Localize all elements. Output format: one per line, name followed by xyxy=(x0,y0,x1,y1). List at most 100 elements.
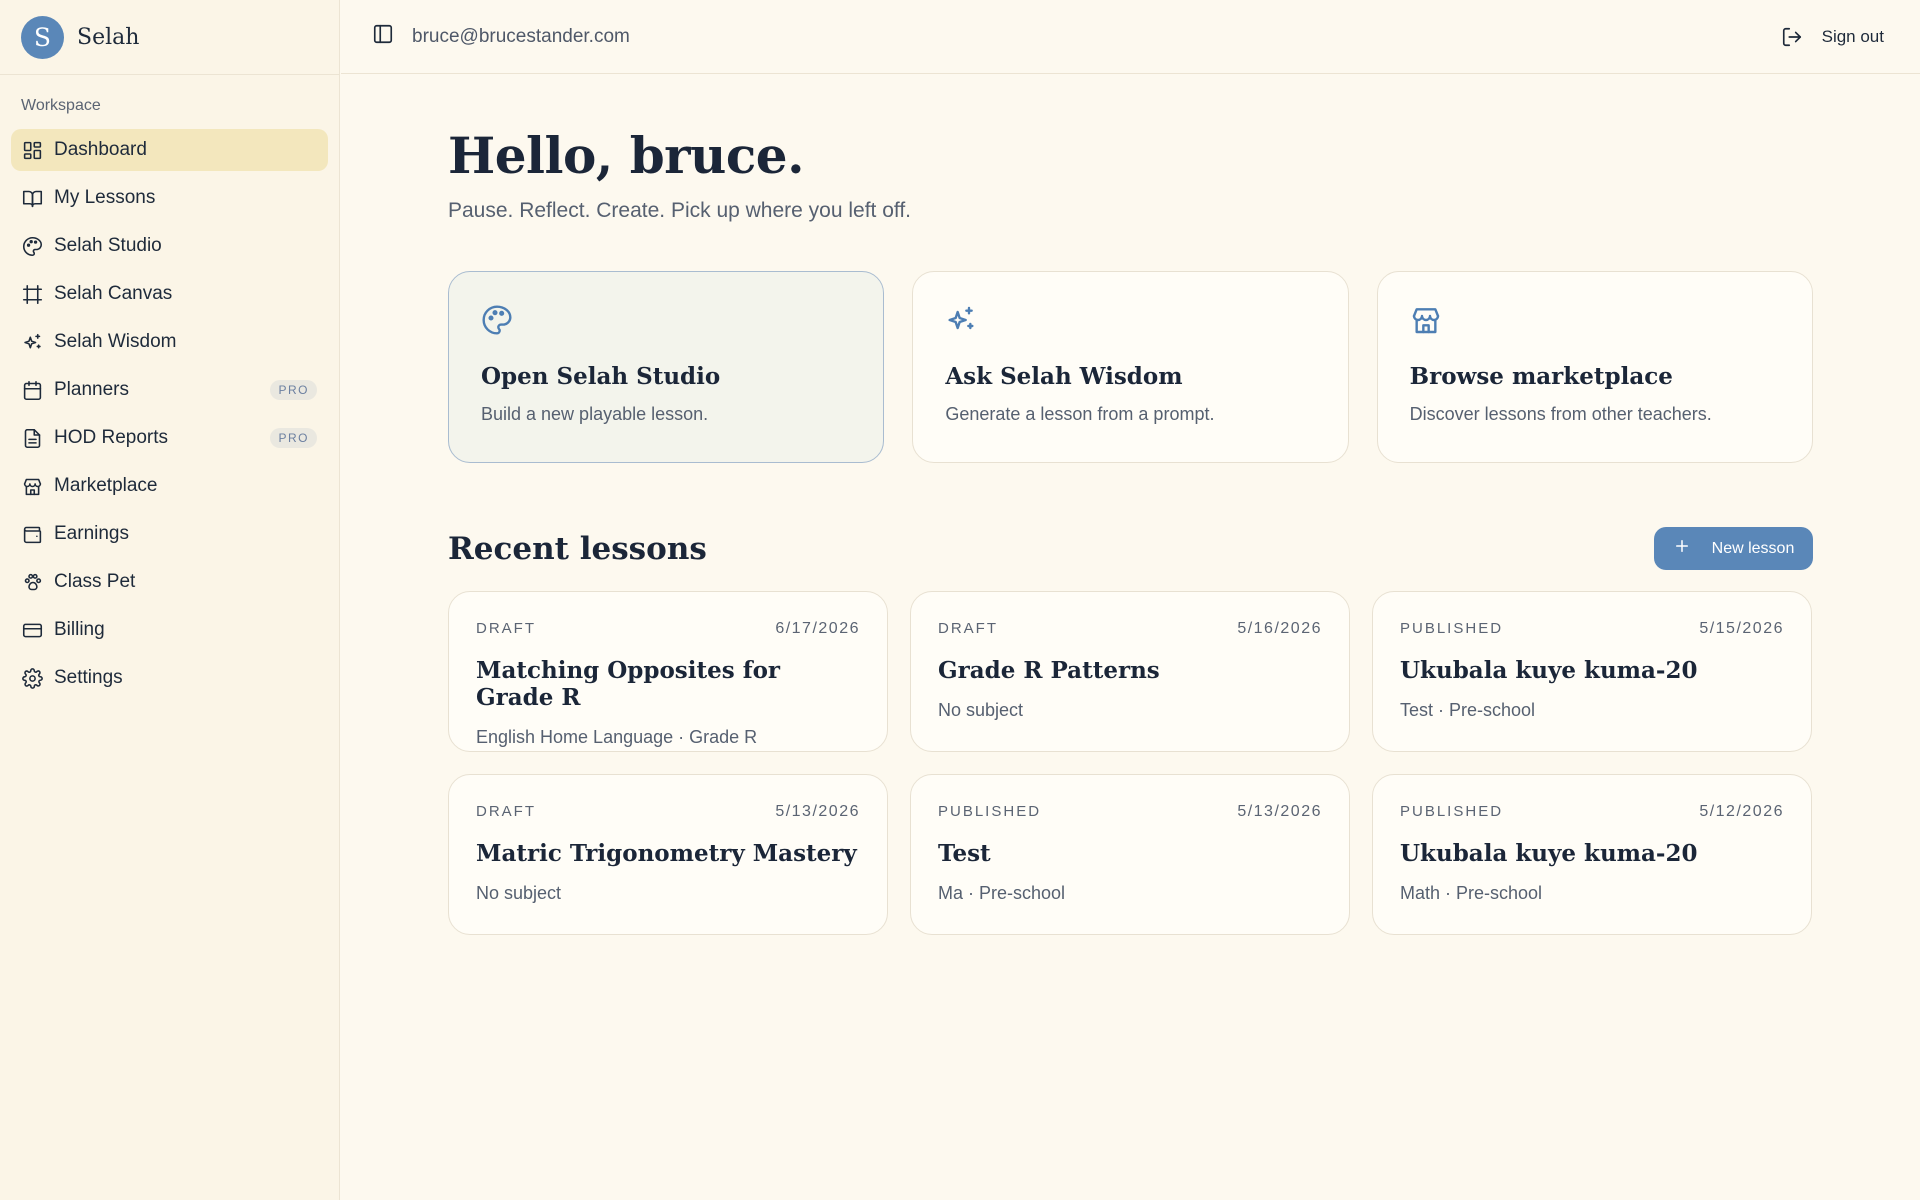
new-lesson-label: New lesson xyxy=(1711,539,1795,557)
book-icon xyxy=(21,187,43,209)
sidebar-item-billing[interactable]: Billing xyxy=(11,609,328,651)
topbar: bruce@brucestander.com Sign out xyxy=(341,0,1920,74)
lesson-date: 5/13/2026 xyxy=(1237,803,1322,820)
lesson-subject: English Home Language · Grade R xyxy=(476,727,758,747)
lesson-status: PUBLISHED xyxy=(938,803,1042,820)
quick-action-desc: Discover lessons from other teachers. xyxy=(1409,404,1712,424)
new-lesson-button[interactable]: New lesson xyxy=(1654,527,1813,570)
user-email: bruce@brucestander.com xyxy=(412,25,630,47)
lesson-title: Ukubala kuye kuma-20 xyxy=(1400,840,1698,867)
sidebar-toggle-button[interactable] xyxy=(371,23,395,50)
lesson-status: PUBLISHED xyxy=(1400,803,1504,820)
pro-badge: PRO xyxy=(270,380,317,400)
plus-icon xyxy=(1673,537,1712,560)
sidebar-item-my-lessons[interactable]: My Lessons xyxy=(11,177,328,219)
sidebar-item-planners[interactable]: Planners PRO xyxy=(11,369,328,411)
lesson-subject: No subject xyxy=(938,700,1024,720)
brand[interactable]: S Selah xyxy=(0,0,339,75)
panel-left-icon xyxy=(372,23,394,50)
sidebar-item-dashboard[interactable]: Dashboard xyxy=(11,129,328,171)
quick-action-desc: Build a new playable lesson. xyxy=(481,404,709,424)
sidebar-item-label: Planners xyxy=(54,379,129,400)
quick-action-ask-wisdom[interactable]: Ask Selah Wisdom Generate a lesson from … xyxy=(912,271,1349,463)
sidebar-item-selah-wisdom[interactable]: Selah Wisdom xyxy=(11,321,328,363)
sidebar-item-selah-canvas[interactable]: Selah Canvas xyxy=(11,273,328,315)
lesson-title: Grade R Patterns xyxy=(938,657,1160,684)
frame-icon xyxy=(21,283,43,305)
quick-action-browse-marketplace[interactable]: Browse marketplace Discover lessons from… xyxy=(1376,271,1813,463)
lesson-date: 5/15/2026 xyxy=(1699,620,1784,637)
lesson-subject: Test · Pre-school xyxy=(1400,700,1536,720)
recent-lessons-title: Recent lessons xyxy=(448,530,707,567)
sidebar: S Selah Workspace Dashboard My Lessons S… xyxy=(0,0,340,1200)
lesson-status: DRAFT xyxy=(476,803,536,820)
quick-actions: Open Selah Studio Build a new playable l… xyxy=(448,271,1813,463)
lesson-title: Matching Opposites for Grade R xyxy=(476,657,781,711)
sidebar-nav: Dashboard My Lessons Selah Studio Selah … xyxy=(0,129,339,699)
lesson-subject: Math · Pre-school xyxy=(1400,883,1543,903)
sidebar-item-label: Selah Studio xyxy=(54,235,162,256)
lesson-card[interactable]: PUBLISHED 5/15/2026 Ukubala kuye kuma-20 … xyxy=(1372,591,1812,752)
sparkles-icon xyxy=(21,331,43,353)
lesson-status: DRAFT xyxy=(476,620,536,637)
palette-icon xyxy=(481,304,851,341)
store-icon xyxy=(21,475,43,497)
recent-lessons-header: Recent lessons New lesson xyxy=(448,527,1813,570)
credit-card-icon xyxy=(21,619,43,641)
sidebar-item-label: Dashboard xyxy=(54,139,147,160)
quick-action-title: Browse marketplace xyxy=(1409,363,1673,390)
sidebar-item-earnings[interactable]: Earnings xyxy=(11,513,328,555)
brand-name: Selah xyxy=(77,24,140,50)
lesson-date: 5/16/2026 xyxy=(1237,620,1322,637)
sidebar-item-class-pet[interactable]: Class Pet xyxy=(11,561,328,603)
sign-out-label: Sign out xyxy=(1821,26,1884,46)
palette-icon xyxy=(21,235,43,257)
paw-icon xyxy=(21,571,43,593)
sign-out-button[interactable]: Sign out xyxy=(1780,25,1884,49)
lesson-title: Matric Trigonometry Mastery xyxy=(476,840,857,867)
lesson-title: Ukubala kuye kuma-20 xyxy=(1400,657,1698,684)
sidebar-item-label: My Lessons xyxy=(54,187,156,208)
gear-icon xyxy=(21,667,43,689)
brand-logo: S xyxy=(21,15,64,59)
sidebar-item-label: Selah Canvas xyxy=(54,283,173,304)
log-out-icon xyxy=(1780,25,1804,49)
lesson-card[interactable]: PUBLISHED 5/12/2026 Ukubala kuye kuma-20 … xyxy=(1372,774,1812,935)
pro-badge: PRO xyxy=(270,428,317,448)
sidebar-item-label: Earnings xyxy=(54,523,129,544)
recent-lessons-grid: DRAFT 6/17/2026 Matching Opposites for Gr… xyxy=(448,591,1813,935)
page-title: Hello, bruce. xyxy=(448,126,805,185)
file-text-icon xyxy=(21,427,43,449)
store-icon xyxy=(1410,304,1780,341)
lesson-status: PUBLISHED xyxy=(1400,620,1504,637)
main-content: Hello, bruce. Pause. Reflect. Create. Pi… xyxy=(448,74,1813,935)
lesson-card[interactable]: DRAFT 6/17/2026 Matching Opposites for Gr… xyxy=(448,591,888,752)
calendar-icon xyxy=(21,379,43,401)
sidebar-item-hod-reports[interactable]: HOD Reports PRO xyxy=(11,417,328,459)
lesson-subject: Ma · Pre-school xyxy=(938,883,1066,903)
sidebar-item-settings[interactable]: Settings xyxy=(11,657,328,699)
lesson-title: Test xyxy=(938,840,991,867)
dashboard-icon xyxy=(21,139,43,161)
sidebar-item-marketplace[interactable]: Marketplace xyxy=(11,465,328,507)
quick-action-title: Open Selah Studio xyxy=(481,363,721,390)
lesson-date: 5/13/2026 xyxy=(775,803,860,820)
lesson-card[interactable]: PUBLISHED 5/13/2026 Test Ma · Pre-school xyxy=(910,774,1350,935)
wallet-icon xyxy=(21,523,43,545)
lesson-subject: No subject xyxy=(476,883,562,903)
sidebar-item-label: Marketplace xyxy=(54,475,158,496)
sidebar-item-label: HOD Reports xyxy=(54,427,169,448)
page-subtitle: Pause. Reflect. Create. Pick up where yo… xyxy=(448,199,912,222)
lesson-card[interactable]: DRAFT 5/16/2026 Grade R Patterns No subje… xyxy=(910,591,1350,752)
lesson-date: 6/17/2026 xyxy=(775,620,860,637)
quick-action-desc: Generate a lesson from a prompt. xyxy=(945,404,1215,424)
quick-action-title: Ask Selah Wisdom xyxy=(945,363,1183,390)
sidebar-item-label: Selah Wisdom xyxy=(54,331,177,352)
quick-action-open-studio[interactable]: Open Selah Studio Build a new playable l… xyxy=(448,271,885,463)
sidebar-item-label: Class Pet xyxy=(54,571,136,592)
sidebar-item-label: Billing xyxy=(54,619,105,640)
sidebar-section-label: Workspace xyxy=(21,97,101,114)
sidebar-item-label: Settings xyxy=(54,667,123,688)
sidebar-item-selah-studio[interactable]: Selah Studio xyxy=(11,225,328,267)
lesson-card[interactable]: DRAFT 5/13/2026 Matric Trigonometry Maste… xyxy=(448,774,888,935)
